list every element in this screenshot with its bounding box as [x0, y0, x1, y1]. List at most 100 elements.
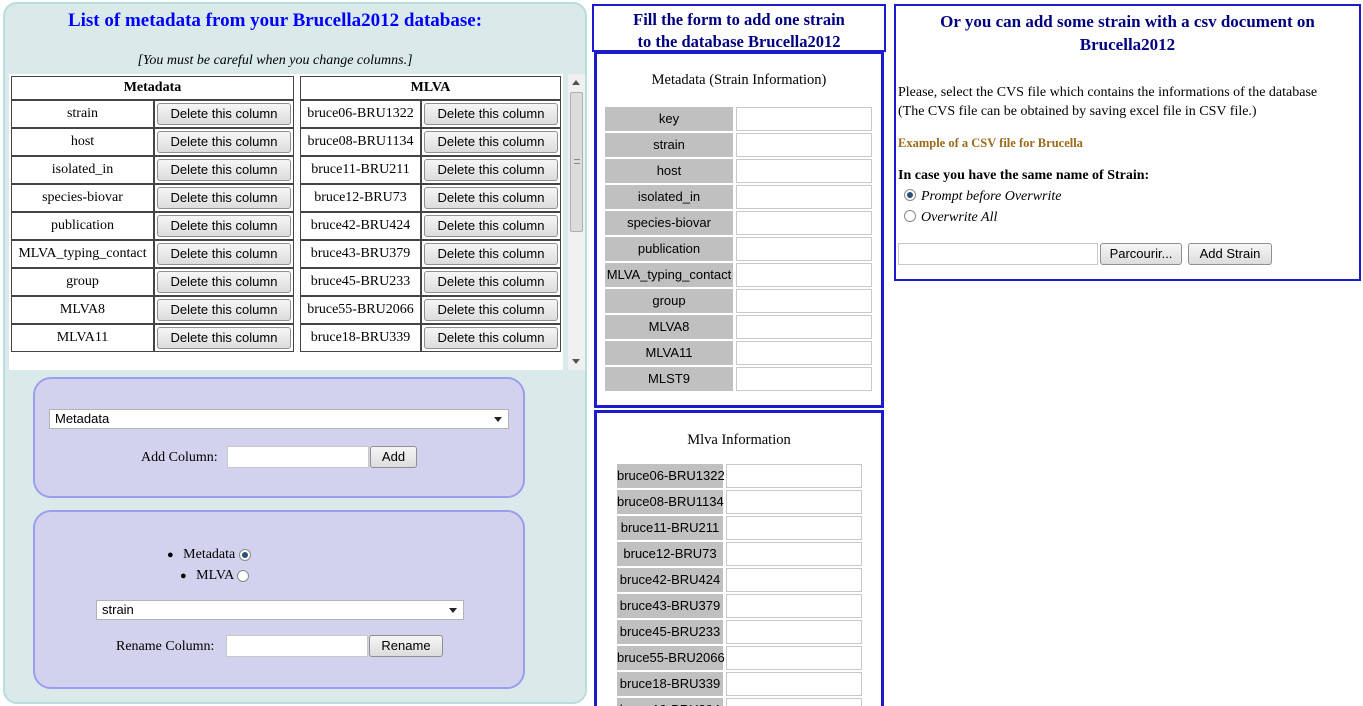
mlva-field-row: bruce55-BRU2066 [617, 646, 862, 672]
radio-metadata[interactable] [238, 548, 251, 561]
mlva-field-input[interactable] [726, 542, 862, 566]
mlva-field-row: bruce45-BRU233 [617, 620, 862, 646]
delete-column-button[interactable]: Delete this column [424, 103, 558, 125]
metadata-field-input[interactable] [736, 133, 872, 157]
metadata-field-input[interactable] [736, 367, 872, 391]
delete-column-button[interactable]: Delete this column [157, 327, 291, 349]
csv-instructions: Please, select the CVS file which contai… [898, 83, 1358, 121]
mlva-column-name: bruce11-BRU211 [300, 156, 421, 184]
browse-button[interactable]: Parcourir... [1100, 243, 1182, 265]
delete-column-button[interactable]: Delete this column [424, 187, 558, 209]
metadata-field-label: key [605, 107, 733, 131]
metadata-column-name: host [11, 128, 154, 156]
mlva-column-name: bruce45-BRU233 [300, 268, 421, 296]
mlva-field-input[interactable] [726, 646, 862, 670]
metadata-field-input[interactable] [736, 159, 872, 183]
metadata-delete-cell: Delete this column [154, 324, 294, 352]
table-scrollbar[interactable] [568, 74, 585, 370]
metadata-field-label: strain [605, 133, 733, 157]
mlva-field-input[interactable] [726, 568, 862, 592]
form-header-line-2: to the database Brucella2012 [637, 32, 841, 51]
add-strain-button[interactable]: Add Strain [1188, 243, 1272, 265]
radio-item-metadata: ● Metadata [167, 546, 251, 564]
delete-column-button[interactable]: Delete this column [157, 271, 291, 293]
mlva-field-input[interactable] [726, 672, 862, 696]
add-strain-form-header: Fill the form to add one strain to the d… [592, 4, 886, 52]
metadata-field-input[interactable] [736, 211, 872, 235]
metadata-field-input[interactable] [736, 263, 872, 287]
metadata-column-name: MLVA11 [11, 324, 154, 352]
mlva-row: bruce08-BRU1134 Delete this column [300, 128, 561, 156]
mlva-field-input[interactable] [726, 594, 862, 618]
metadata-field-row: MLVA11 [605, 341, 872, 367]
csv-instructions-line-2: (The CVS file can be obtained by saving … [898, 104, 1257, 119]
column-type-select[interactable]: Metadata [49, 409, 509, 429]
option-prompt-overwrite[interactable]: Prompt before Overwrite [904, 189, 1062, 205]
mlva-field-input[interactable] [726, 490, 862, 514]
csv-instructions-line-1: Please, select the CVS file which contai… [898, 85, 1318, 100]
metadata-row: group Delete this column [11, 268, 294, 296]
mlva-row: bruce55-BRU2066 Delete this column [300, 296, 561, 324]
delete-column-button[interactable]: Delete this column [424, 299, 558, 321]
option-overwrite-all[interactable]: Overwrite All [904, 210, 997, 226]
mlva-field-input[interactable] [726, 698, 862, 706]
panel-title: List of metadata from your Brucella2012 … [67, 10, 483, 31]
delete-column-button[interactable]: Delete this column [157, 243, 291, 265]
delete-column-button[interactable]: Delete this column [157, 215, 291, 237]
metadata-field-input[interactable] [736, 185, 872, 209]
rename-column-label: Rename Column: [116, 639, 215, 654]
grip-icon [574, 159, 580, 164]
duplicate-strain-question: In case you have the same name of Strain… [898, 168, 1150, 183]
delete-column-button[interactable]: Delete this column [424, 215, 558, 237]
delete-column-button[interactable]: Delete this column [424, 131, 558, 153]
mlva-section-title: Mlva Information [687, 432, 791, 448]
delete-column-button[interactable]: Delete this column [157, 159, 291, 181]
radio-mlva[interactable] [237, 569, 250, 582]
metadata-field-label: species-biovar [605, 211, 733, 235]
delete-column-button[interactable]: Delete this column [157, 187, 291, 209]
mlva-field-label: bruce11-BRU211 [617, 516, 723, 540]
delete-column-button[interactable]: Delete this column [157, 299, 291, 321]
radio-prompt-overwrite[interactable] [904, 189, 916, 202]
metadata-field-input[interactable] [736, 341, 872, 365]
mlva-row: bruce18-BRU339 Delete this column [300, 324, 561, 352]
scroll-thumb[interactable] [570, 92, 583, 232]
mlva-field-input[interactable] [726, 620, 862, 644]
metadata-column-name: publication [11, 212, 154, 240]
mlva-field-label: bruce43-BRU379 [617, 594, 723, 618]
metadata-field-row: key [605, 107, 872, 133]
rename-column-input[interactable] [226, 635, 368, 657]
mlva-field-input[interactable] [726, 516, 862, 540]
scroll-up-arrow-icon[interactable] [572, 80, 580, 85]
metadata-field-label: publication [605, 237, 733, 261]
form-header-line-1: Fill the form to add one strain [633, 10, 845, 29]
add-button[interactable]: Add [370, 446, 417, 468]
metadata-delete-cell: Delete this column [154, 128, 294, 156]
rename-column-select[interactable]: strain [96, 600, 464, 620]
mlva-row: bruce11-BRU211 Delete this column [300, 156, 561, 184]
metadata-field-input[interactable] [736, 107, 872, 131]
metadata-field-row: MLST9 [605, 367, 872, 393]
mlva-field-input[interactable] [726, 464, 862, 488]
delete-column-button[interactable]: Delete this column [424, 159, 558, 181]
delete-column-button[interactable]: Delete this column [424, 271, 558, 293]
radio-overwrite-all[interactable] [904, 210, 916, 223]
csv-file-input[interactable] [898, 243, 1098, 265]
delete-column-button[interactable]: Delete this column [157, 103, 291, 125]
delete-column-button[interactable]: Delete this column [424, 327, 558, 349]
metadata-delete-cell: Delete this column [154, 240, 294, 268]
metadata-field-input[interactable] [736, 237, 872, 261]
add-column-input[interactable] [227, 446, 369, 468]
metadata-field-label: isolated_in [605, 185, 733, 209]
metadata-field-row: isolated_in [605, 185, 872, 211]
mlva-row: bruce43-BRU379 Delete this column [300, 240, 561, 268]
metadata-field-input[interactable] [736, 315, 872, 339]
metadata-row: species-biovar Delete this column [11, 184, 294, 212]
radio-mlva-label: MLVA [196, 568, 234, 583]
example-csv-link[interactable]: Example of a CSV file for Brucella [898, 136, 1083, 151]
delete-column-button[interactable]: Delete this column [424, 243, 558, 265]
delete-column-button[interactable]: Delete this column [157, 131, 291, 153]
rename-button[interactable]: Rename [369, 635, 443, 657]
metadata-field-input[interactable] [736, 289, 872, 313]
scroll-down-arrow-icon[interactable] [572, 359, 580, 364]
